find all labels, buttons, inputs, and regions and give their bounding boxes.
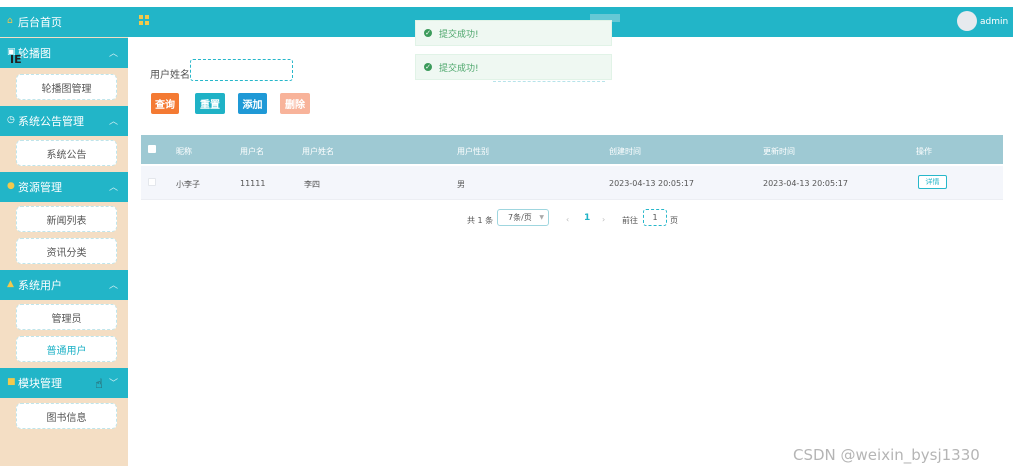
goto-page-input[interactable]: 1: [643, 209, 667, 226]
chevron-up-icon: ︿: [108, 117, 118, 127]
pagination-total: 共 1 条: [467, 216, 494, 225]
column-header: 用户姓名: [302, 147, 334, 156]
menu-group-resources[interactable]: ● 资源管理 ︿: [0, 172, 128, 202]
stray-text: IE: [10, 53, 22, 66]
page-unit-label: 页: [670, 216, 678, 225]
menu-group-label: 系统用户: [18, 279, 62, 292]
username[interactable]: admin: [980, 17, 1008, 27]
column-header: 昵称: [176, 147, 192, 156]
menu-group-label: 系统公告管理: [18, 115, 84, 128]
menu-group-notice[interactable]: ◷ 系统公告管理 ︿: [0, 106, 128, 136]
query-button[interactable]: 查询: [151, 93, 179, 114]
add-button[interactable]: 添加: [238, 93, 267, 114]
next-page-icon[interactable]: ›: [602, 215, 605, 224]
menu-group-modules[interactable]: ■ 模块管理 ﹀: [0, 368, 128, 398]
table-header: [141, 135, 1003, 164]
sidebar-item-label: 后台首页: [18, 16, 62, 29]
page-size-value: 7条/页: [508, 213, 532, 222]
search-input[interactable]: [190, 59, 293, 81]
check-icon: ✓: [424, 63, 432, 71]
chevron-up-icon: ︿: [108, 281, 118, 291]
success-toast: ✓ 提交成功!: [415, 54, 612, 80]
table-row: [141, 166, 1003, 200]
chevron-down-icon: ﹀: [108, 379, 118, 389]
cell-gender: 男: [457, 180, 465, 189]
avatar[interactable]: [957, 11, 977, 31]
hand-cursor-icon: ☝: [95, 377, 103, 392]
column-header: 操作: [916, 147, 932, 156]
grid-icon: ■: [7, 377, 16, 387]
chevron-up-icon: ︿: [108, 49, 118, 59]
column-header: 用户性别: [457, 147, 489, 156]
sidebar-item-system-notice[interactable]: 系统公告: [16, 140, 117, 166]
sidebar-item-news-list[interactable]: 新闻列表: [16, 206, 117, 232]
menu-toggle-icon[interactable]: [139, 15, 149, 25]
page-number[interactable]: 1: [584, 213, 590, 223]
sidebar-item-carousel-management[interactable]: 轮播图管理: [16, 74, 117, 100]
column-header: 用户名: [240, 147, 264, 156]
menu-group-label: 轮播图: [18, 47, 51, 60]
column-header: 更新时间: [763, 147, 795, 156]
toast-message: 提交成功!: [439, 63, 479, 74]
clock-icon: ◷: [7, 115, 15, 125]
cell-nickname: 小李子: [176, 180, 200, 189]
goto-label: 前往: [622, 216, 638, 225]
prev-page-icon[interactable]: ‹: [566, 215, 569, 224]
cell-created: 2023-04-13 20:05:17: [609, 179, 694, 188]
select-all-checkbox[interactable]: [148, 145, 156, 153]
cell-username: 11111: [240, 179, 266, 188]
cell-name: 李四: [304, 180, 320, 189]
pin-icon: ●: [7, 181, 15, 191]
menu-group-users[interactable]: ▲ 系统用户 ︿: [0, 270, 128, 300]
sidebar-item-news-category[interactable]: 资讯分类: [16, 238, 117, 264]
cell-updated: 2023-04-13 20:05:17: [763, 179, 848, 188]
watermark: CSDN @weixin_bysj1330: [793, 446, 980, 464]
toast-message: 提交成功!: [439, 29, 479, 40]
page-size-select[interactable]: 7条/页 ▼: [497, 209, 549, 226]
home-icon: ⌂: [7, 16, 13, 26]
ghost-input-underline: [493, 81, 605, 83]
menu-group-label: 模块管理: [18, 377, 62, 390]
column-header: 创建时间: [609, 147, 641, 156]
reset-button[interactable]: 重置: [195, 93, 225, 114]
sidebar-item-book-info[interactable]: 图书信息: [16, 403, 117, 429]
check-icon: ✓: [424, 29, 432, 37]
menu-group-label: 资源管理: [18, 181, 62, 194]
chevron-up-icon: ︿: [108, 183, 118, 193]
search-label: 用户姓名: [150, 70, 190, 81]
sidebar-item-admin[interactable]: 管理员: [16, 304, 117, 330]
detail-button[interactable]: 详情: [918, 175, 947, 189]
delete-button[interactable]: 删除: [280, 93, 310, 114]
success-toast: ✓ 提交成功!: [415, 20, 612, 46]
sidebar-item-regular-user[interactable]: 普通用户: [16, 336, 117, 362]
user-icon: ▲: [7, 279, 14, 289]
chevron-down-icon: ▼: [539, 214, 544, 221]
sidebar-item-home[interactable]: ⌂ 后台首页: [0, 7, 128, 37]
row-checkbox[interactable]: [148, 178, 156, 186]
